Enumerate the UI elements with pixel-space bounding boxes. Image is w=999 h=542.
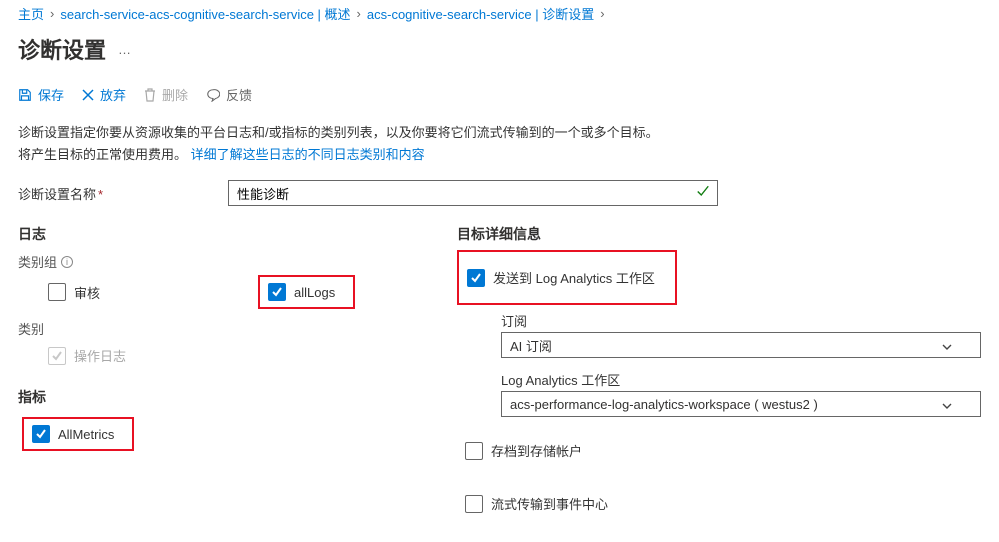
logs-metrics-column: 日志 类别组 i 审核 allLogs 类别 操作日志 指标 [18,216,417,542]
trash-icon [144,88,156,102]
archive-storage-label: 存档到存储帐户 [491,441,582,460]
archive-storage-row[interactable]: 存档到存储帐户 [457,437,590,464]
save-label: 保存 [38,85,64,104]
save-icon [18,88,32,102]
check-icon [696,185,710,202]
allmetrics-label: AllMetrics [58,427,114,442]
operation-logs-row: 操作日志 [40,342,134,369]
logs-heading: 日志 [18,224,417,244]
destination-column: 目标详细信息 发送到 Log Analytics 工作区 订阅 AI 订阅 Lo… [457,216,981,542]
diagnostic-name-input[interactable] [228,180,718,206]
description: 诊断设置指定你要从资源收集的平台日志和/或指标的类别列表，以及你要将它们流式传输… [0,110,999,174]
subscription-value: AI 订阅 [510,336,552,355]
workspace-select[interactable]: acs-performance-log-analytics-workspace … [501,391,981,417]
destination-heading: 目标详细信息 [457,224,981,244]
required-star: * [98,187,103,202]
stream-eventhub-checkbox[interactable] [465,495,483,513]
audit-label: 审核 [74,283,100,302]
operation-logs-checkbox [48,347,66,365]
archive-storage-checkbox[interactable] [465,442,483,460]
category-label: 类别 [18,319,417,338]
breadcrumb-item1[interactable]: search-service-acs-cognitive-search-serv… [60,4,350,23]
toolbar: 保存 放弃 删除 反馈 [0,79,999,110]
name-row: 诊断设置名称* [0,174,999,212]
feedback-icon [206,88,220,102]
close-icon [82,89,94,101]
alllogs-checkbox[interactable] [268,283,286,301]
alllogs-label: allLogs [294,285,335,300]
workspace-label: Log Analytics 工作区 [501,370,981,389]
page-title: 诊断设置 [18,33,106,65]
alllogs-checkbox-row[interactable]: allLogs [258,275,355,309]
learn-more-link[interactable]: 详细了解这些日志的不同日志类别和内容 [191,147,425,162]
chevron-right-icon: › [50,6,54,21]
desc-line2-prefix: 将产生目标的正常使用费用。 [18,147,187,162]
feedback-button[interactable]: 反馈 [206,85,252,104]
info-icon[interactable]: i [61,256,73,268]
chevron-right-icon: › [357,6,361,21]
audit-checkbox-row[interactable]: 审核 [40,279,108,306]
operation-logs-label: 操作日志 [74,346,126,365]
breadcrumb: 主页 › search-service-acs-cognitive-search… [0,0,999,23]
metrics-heading: 指标 [18,387,417,407]
workspace-value: acs-performance-log-analytics-workspace … [510,397,818,412]
discard-button[interactable]: 放弃 [82,85,126,104]
send-la-checkbox[interactable] [467,269,485,287]
workspace-field: Log Analytics 工作区 acs-performance-log-an… [501,370,981,417]
allmetrics-checkbox-row[interactable]: AllMetrics [22,417,134,451]
breadcrumb-home[interactable]: 主页 [18,4,44,23]
audit-checkbox[interactable] [48,283,66,301]
page-title-row: 诊断设置 … [0,23,999,79]
subscription-label: 订阅 [501,311,981,330]
category-group-label: 类别组 i [18,252,417,271]
ellipsis-icon[interactable]: … [118,42,133,57]
subscription-select[interactable]: AI 订阅 [501,332,981,358]
save-button[interactable]: 保存 [18,85,64,104]
chevron-down-icon [942,338,952,353]
delete-button: 删除 [144,85,188,104]
allmetrics-checkbox[interactable] [32,425,50,443]
discard-label: 放弃 [100,85,126,104]
name-label: 诊断设置名称 [18,187,96,202]
feedback-label: 反馈 [226,85,252,104]
desc-line1: 诊断设置指定你要从资源收集的平台日志和/或指标的类别列表，以及你要将它们流式传输… [18,125,659,140]
chevron-right-icon: › [600,6,604,21]
chevron-down-icon [942,397,952,412]
stream-eventhub-label: 流式传输到事件中心 [491,494,608,513]
send-la-row[interactable]: 发送到 Log Analytics 工作区 [457,250,677,305]
delete-label: 删除 [162,85,188,104]
stream-eventhub-row[interactable]: 流式传输到事件中心 [457,490,616,517]
send-la-label: 发送到 Log Analytics 工作区 [493,268,655,287]
subscription-field: 订阅 AI 订阅 [501,311,981,358]
breadcrumb-item2[interactable]: acs-cognitive-search-service | 诊断设置 [367,4,594,23]
